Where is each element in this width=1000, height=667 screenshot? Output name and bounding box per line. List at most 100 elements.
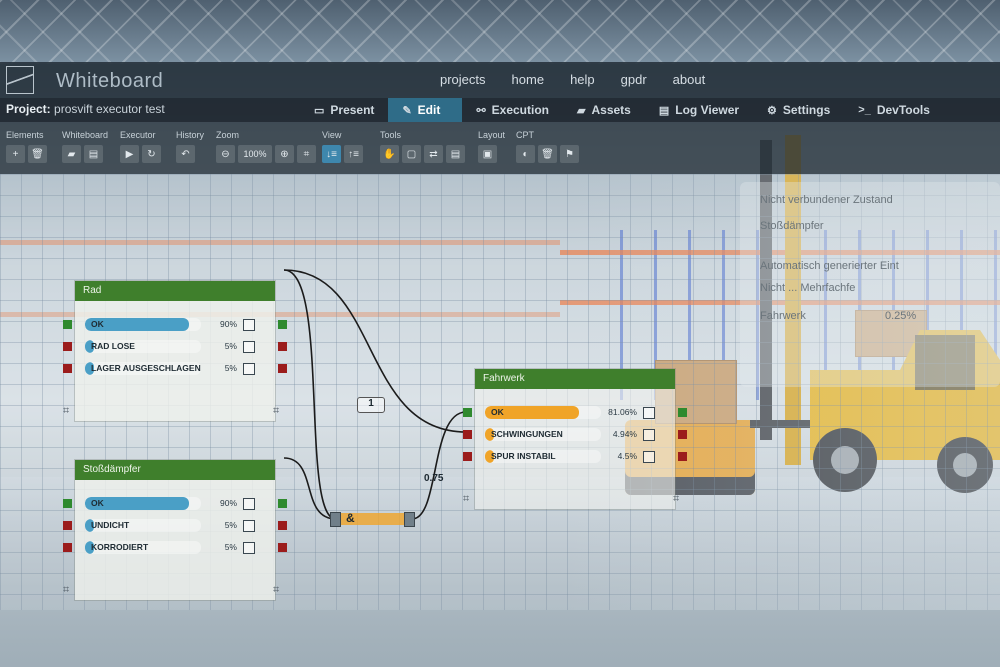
node-fahrwerk[interactable]: Fahrwerk OK 81.06% SCHWINGUNGEN 4.94% SPUR I… bbox=[463, 369, 687, 509]
tab-log-viewer[interactable]: ▤ Log Viewer bbox=[645, 98, 753, 122]
tab-label: Settings bbox=[782, 103, 831, 117]
nav-help[interactable]: help bbox=[570, 72, 595, 87]
evidence-checkbox[interactable] bbox=[643, 451, 655, 463]
state-port-in-ok[interactable] bbox=[463, 408, 472, 417]
delete-element-button[interactable]: 🗑 bbox=[28, 145, 47, 163]
state-row: SCHWINGUNGEN 4.94% bbox=[475, 427, 675, 443]
cpt-delete-button[interactable]: 🗑 bbox=[538, 145, 557, 163]
toolbar-group-zoom: Zoom ⊖ 100% ⊕ ⌗ bbox=[216, 130, 316, 163]
state-label: UNDICHT bbox=[91, 520, 130, 530]
state-port-out-ok[interactable] bbox=[278, 320, 287, 329]
toolbar-group-history: History ↶ bbox=[176, 130, 204, 163]
resize-handle-icon[interactable]: ⌗ bbox=[673, 493, 679, 506]
new-file-button[interactable]: ▤ bbox=[84, 145, 103, 163]
nav-gpdr[interactable]: gpdr bbox=[621, 72, 647, 87]
evidence-checkbox[interactable] bbox=[243, 520, 255, 532]
group-label: Layout bbox=[478, 130, 506, 140]
state-port-out[interactable] bbox=[278, 342, 287, 351]
wire[interactable] bbox=[283, 457, 337, 520]
refresh-button[interactable]: ↻ bbox=[142, 145, 161, 163]
state-percent: 4.5% bbox=[617, 451, 637, 461]
ceiling-truss bbox=[0, 0, 1000, 64]
state-port-out[interactable] bbox=[678, 452, 687, 461]
swap-tool-button[interactable]: ⇄ bbox=[424, 145, 443, 163]
sort-down-button[interactable]: ↓≡ bbox=[322, 145, 341, 163]
evidence-checkbox[interactable] bbox=[243, 542, 255, 554]
resize-handle-icon[interactable]: ⌗ bbox=[463, 493, 469, 506]
state-port-in-ok[interactable] bbox=[63, 320, 72, 329]
state-percent: 5% bbox=[224, 542, 237, 552]
layout-button[interactable]: ▣ bbox=[478, 145, 497, 163]
nav-home[interactable]: home bbox=[512, 72, 545, 87]
state-port-in[interactable] bbox=[63, 364, 72, 373]
state-row: KORRODIERT 5% bbox=[75, 540, 275, 556]
hand-tool-button[interactable]: ✋ bbox=[380, 145, 399, 163]
tab-devtools[interactable]: >_ DevTools bbox=[844, 98, 944, 122]
evidence-checkbox[interactable] bbox=[243, 363, 255, 375]
run-button[interactable]: ▶ bbox=[120, 145, 139, 163]
zoom-in-button[interactable]: ⊕ bbox=[275, 145, 294, 163]
state-percent: 4.94% bbox=[612, 429, 637, 439]
state-percent: 90% bbox=[219, 319, 237, 329]
state-port-in[interactable] bbox=[63, 543, 72, 552]
resize-handle-icon[interactable]: ⌗ bbox=[63, 405, 69, 418]
node-title: Stoßdämpfer bbox=[75, 460, 275, 480]
state-row: RAD LOSE 5% bbox=[75, 339, 275, 355]
operator-input-handle[interactable] bbox=[330, 512, 341, 527]
add-element-button[interactable]: + bbox=[6, 145, 25, 163]
wire[interactable] bbox=[283, 269, 337, 520]
tab-label: Assets bbox=[591, 103, 631, 117]
frame-tool-button[interactable]: ▢ bbox=[402, 145, 421, 163]
evidence-checkbox[interactable] bbox=[243, 498, 255, 510]
state-port-out[interactable] bbox=[678, 430, 687, 439]
tab-edit[interactable]: ✎ Edit bbox=[388, 98, 463, 122]
state-port-out[interactable] bbox=[278, 543, 287, 552]
edge-weight-label[interactable]: 0.75 bbox=[424, 473, 443, 484]
tab-label: DevTools bbox=[876, 103, 930, 117]
state-port-out-ok[interactable] bbox=[678, 408, 687, 417]
nav-projects[interactable]: projects bbox=[440, 72, 486, 87]
node-rad[interactable]: Rad OK 90% RAD LOSE 5% LAGER AUSGESCHLAGEN 5%… bbox=[63, 281, 287, 421]
crop-button[interactable]: ⌗ bbox=[297, 145, 316, 163]
resize-handle-icon[interactable]: ⌗ bbox=[273, 405, 279, 418]
operator-output-handle[interactable] bbox=[404, 512, 415, 527]
state-port-out[interactable] bbox=[278, 521, 287, 530]
undo-button[interactable]: ↶ bbox=[176, 145, 195, 163]
monitor-icon: ▭ bbox=[314, 104, 325, 117]
evidence-checkbox[interactable] bbox=[643, 429, 655, 441]
tab-assets[interactable]: ▰ Assets bbox=[563, 98, 645, 122]
logo-icon bbox=[6, 66, 34, 94]
tab-execution[interactable]: ⚯ Execution bbox=[462, 98, 563, 122]
tab-present[interactable]: ▭ Present bbox=[300, 98, 388, 122]
whiteboard-canvas[interactable]: Nicht verbundener Zustand Stoßdämpfer Au… bbox=[0, 174, 1000, 610]
group-label: Zoom bbox=[216, 130, 240, 140]
sort-up-button[interactable]: ↑≡ bbox=[344, 145, 363, 163]
state-port-in[interactable] bbox=[63, 521, 72, 530]
project-name: prosvift executor test bbox=[54, 102, 165, 116]
evidence-checkbox[interactable] bbox=[243, 341, 255, 353]
state-port-in[interactable] bbox=[463, 452, 472, 461]
state-port-in[interactable] bbox=[463, 430, 472, 439]
group-label: History bbox=[176, 130, 205, 140]
state-port-in[interactable] bbox=[63, 342, 72, 351]
tab-settings[interactable]: ⚙ Settings bbox=[753, 98, 844, 122]
zoom-out-button[interactable]: ⊖ bbox=[216, 145, 235, 163]
edge-weight-label[interactable]: 1 bbox=[357, 397, 385, 413]
folder-icon: ▰ bbox=[577, 104, 586, 117]
evidence-checkbox[interactable] bbox=[643, 407, 655, 419]
document-tool-button[interactable]: ▤ bbox=[446, 145, 465, 163]
state-port-in-ok[interactable] bbox=[63, 499, 72, 508]
state-percent: 5% bbox=[224, 363, 237, 373]
node-stossdaempfer[interactable]: Stoßdämpfer OK 90% UNDICHT 5% KORRODIERT 5% ⌗ ⌗ bbox=[63, 460, 287, 600]
app-brand: Whiteboard bbox=[56, 70, 164, 92]
state-port-out[interactable] bbox=[278, 364, 287, 373]
cpt-split-button[interactable]: ◐ bbox=[516, 145, 535, 163]
resize-handle-icon[interactable]: ⌗ bbox=[63, 584, 69, 597]
resize-handle-icon[interactable]: ⌗ bbox=[273, 584, 279, 597]
nav-about[interactable]: about bbox=[673, 72, 706, 87]
and-operator-label: & bbox=[346, 511, 355, 525]
evidence-checkbox[interactable] bbox=[243, 319, 255, 331]
cpt-flag-button[interactable]: ⚑ bbox=[560, 145, 579, 163]
open-folder-button[interactable]: ▰ bbox=[62, 145, 81, 163]
state-port-out-ok[interactable] bbox=[278, 499, 287, 508]
